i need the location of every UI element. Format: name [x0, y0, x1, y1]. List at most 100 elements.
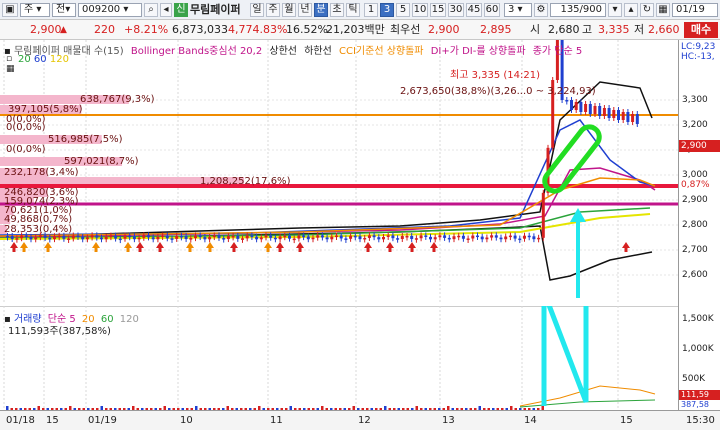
open-price: 2,680: [548, 23, 580, 36]
count-up-icon[interactable]: ▴: [624, 3, 638, 17]
candle-body: [109, 235, 113, 238]
buy-button[interactable]: 매수: [684, 22, 718, 38]
candle-body: [386, 235, 390, 237]
chart-menu-icon[interactable]: ▣: [2, 3, 18, 17]
mode-select[interactable]: 주 ▾: [20, 3, 50, 17]
quote-bar: 2,900 ▲ 220 +8.21% 6,873,033 4,774.83% 1…: [0, 20, 720, 40]
candle-body: [570, 100, 573, 110]
candle-body: [325, 237, 329, 240]
price-panel: ▪ 무림페이퍼 매물대 수(15) Bollinger Bands중심선 20,…: [0, 32, 678, 302]
chart-options-icon[interactable]: ▦: [6, 64, 15, 74]
candle-body: [264, 235, 268, 238]
volume-axis-tick: 500K: [682, 374, 706, 384]
price-axis-tick: 3,200: [682, 120, 708, 130]
right-legend-lc: LC:9,23: [681, 42, 716, 52]
candle-body: [494, 235, 498, 238]
candle-body: [236, 235, 240, 239]
candle-body: [499, 237, 503, 240]
interval-1[interactable]: 1: [364, 3, 378, 17]
interval-input[interactable]: 3 ▾: [504, 3, 532, 17]
candle-body: [118, 238, 122, 241]
legend-item[interactable]: DI+가 DI-를 상향돌파: [431, 46, 526, 57]
candle-body: [621, 112, 625, 120]
credit-badge: 신: [174, 3, 188, 17]
turnover-ratio: 16.52%: [286, 23, 328, 36]
candle-body: [508, 235, 512, 238]
candle-body: [90, 235, 94, 238]
candle-body: [631, 114, 635, 122]
candle-body: [24, 235, 28, 237]
interval-3[interactable]: 3: [380, 3, 394, 17]
current-volume-pct-tag: 387,58: [681, 400, 709, 409]
candle-body: [179, 235, 183, 238]
prev-stock-icon[interactable]: ◂: [160, 3, 172, 17]
interval-60[interactable]: 60: [484, 3, 500, 17]
current-price: 2,900: [30, 23, 62, 36]
period-second[interactable]: 초: [330, 3, 344, 17]
candle-body: [617, 110, 620, 120]
candle-body: [344, 238, 348, 240]
best-quote-label: 최우선: [390, 23, 421, 36]
candle-body: [212, 235, 216, 238]
low-label: 저: [634, 23, 645, 36]
candle-body: [151, 237, 155, 240]
candle-body: [419, 235, 423, 239]
right-legend-hc: HC:-13,: [681, 52, 715, 62]
high-price: 3,335: [598, 23, 630, 36]
market-select[interactable]: 전▾: [52, 3, 76, 17]
candle-body: [231, 235, 235, 238]
settings-icon[interactable]: ⚙: [534, 3, 548, 17]
legend-item[interactable]: Bollinger Bands중심선 20,2: [131, 46, 262, 57]
volume-profile-label: 28,353(0,4%): [4, 224, 73, 235]
candle-body: [461, 235, 465, 239]
candle-body: [67, 238, 71, 240]
candle-body: [259, 237, 263, 240]
candle-body: [518, 238, 522, 241]
candle-body: [537, 237, 541, 240]
calendar-icon[interactable]: ▦: [656, 3, 670, 17]
candle-body: [335, 235, 338, 238]
date-input[interactable]: 01/19: [672, 3, 718, 17]
candle-body: [38, 235, 42, 238]
period-year[interactable]: 년: [298, 3, 312, 17]
candle-body: [123, 235, 127, 239]
volume-profile-label: 1,208,252(17,6%): [200, 176, 291, 187]
period-minute[interactable]: 분: [314, 3, 328, 17]
period-month[interactable]: 월: [282, 3, 296, 17]
refresh-icon[interactable]: ↻: [640, 3, 654, 17]
legend-item[interactable]: 종가 단순 5: [533, 46, 583, 57]
interval-30[interactable]: 30: [448, 3, 464, 17]
period-day[interactable]: 일: [250, 3, 264, 17]
candle-body: [602, 108, 606, 116]
stock-code-value: 009200: [82, 4, 121, 15]
candle-body: [161, 235, 165, 237]
candle-body: [302, 235, 306, 238]
interval-15[interactable]: 15: [430, 3, 446, 17]
candle-body: [457, 235, 461, 238]
stock-code-input[interactable]: 009200 ▾: [78, 3, 142, 17]
candle-body: [377, 237, 381, 240]
candle-body: [283, 235, 287, 238]
candle-body: [43, 235, 47, 238]
count-down-icon[interactable]: ▾: [608, 3, 622, 17]
interval-10[interactable]: 10: [412, 3, 428, 17]
pin-icon[interactable]: ▫: [6, 54, 12, 64]
period-week[interactable]: 주: [266, 3, 280, 17]
candle-body: [429, 236, 432, 240]
search-icon[interactable]: ⌕: [144, 3, 158, 17]
interval-5[interactable]: 5: [396, 3, 410, 17]
candle-body: [175, 235, 179, 239]
candle-body: [593, 106, 597, 114]
price-axis-tick: 3,000: [682, 170, 708, 180]
period-tick[interactable]: 틱: [346, 3, 360, 17]
volume-profile-label: 597,021(8,7%): [64, 156, 139, 167]
candle-body: [132, 236, 136, 240]
interval-45[interactable]: 45: [466, 3, 482, 17]
candle-body: [353, 235, 357, 238]
legend-item[interactable]: 하한선: [304, 46, 332, 57]
legend-item[interactable]: CCI기준선 상향돌파: [339, 46, 424, 57]
legend-item[interactable]: 상한선: [269, 46, 297, 57]
candle-body: [532, 236, 536, 240]
ma-legend-60: 60: [33, 54, 47, 65]
candle-body: [53, 236, 56, 240]
